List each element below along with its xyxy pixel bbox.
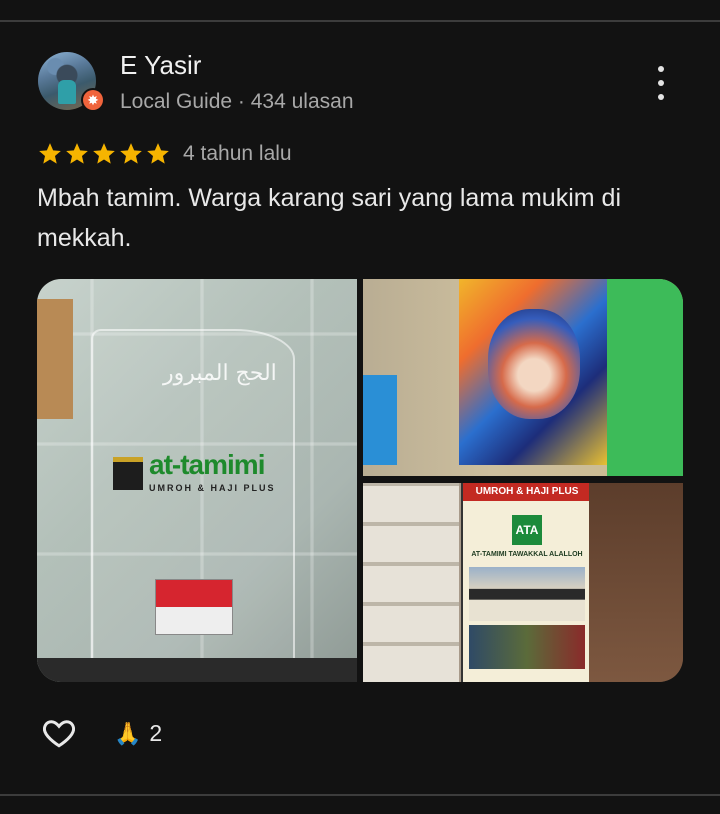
review-photo-poster[interactable]: UMROH & HAJI PLUS ATA AT-TAMIMI TAWAKKAL…: [363, 483, 683, 682]
menu-dot: [658, 80, 664, 86]
flag-white: [156, 607, 232, 634]
bottom-divider: [0, 794, 720, 796]
travel-poster: UMROH & HAJI PLUS ATA AT-TAMIMI TAWAKKAL…: [461, 483, 591, 682]
kaaba-logo-icon: [113, 457, 143, 490]
review-photo-plaque[interactable]: الحج المبرور at-tamimi UMROH & HAJI PLUS: [37, 279, 357, 682]
reaction-button[interactable]: 🙏 2: [114, 720, 162, 747]
poster-header: UMROH & HAJI PLUS: [463, 483, 591, 501]
star-icon: [66, 143, 88, 164]
poster-logo: ATA: [512, 515, 542, 545]
indonesia-flag-icon: [155, 579, 233, 635]
menu-dot: [658, 66, 664, 72]
more-options-button[interactable]: [648, 66, 674, 100]
brand-logo-text: at-tamimi: [149, 449, 265, 480]
star-badge-icon: ✸: [83, 90, 103, 110]
stacked-sacks: [363, 483, 459, 682]
review-text: Mbah tamim. Warga karang sari yang lama …: [37, 184, 621, 252]
reviewer-subtitle: Local Guide · 434 ulasan: [120, 90, 354, 113]
flag-red: [156, 580, 232, 607]
review-time: 4 tahun lalu: [183, 142, 292, 165]
reviewer-name[interactable]: E Yasir: [120, 50, 201, 81]
portrait-face: [488, 309, 580, 419]
wood-block: [37, 299, 73, 419]
green-wall: [607, 279, 683, 476]
brand-subtitle: UMROH & HAJI PLUS: [149, 483, 276, 493]
praying-hands-icon: 🙏: [114, 720, 142, 746]
acrylic-plaque: الحج المبرور at-tamimi UMROH & HAJI PLUS: [91, 329, 295, 673]
star-rating: [37, 141, 171, 167]
wood-cabinet: [589, 483, 683, 682]
star-icon: [147, 143, 169, 164]
review-photo-portrait[interactable]: [363, 279, 683, 476]
menu-dot: [658, 94, 664, 100]
star-icon: [39, 143, 61, 164]
poster-title: AT-TAMIMI TAWAKKAL ALALLOH: [471, 551, 583, 558]
arabic-calligraphy: الحج المبرور: [163, 361, 277, 386]
heart-icon[interactable]: [40, 715, 78, 751]
kaaba-photo: [469, 567, 585, 621]
reaction-count: 2: [149, 720, 163, 746]
top-divider: [0, 20, 720, 22]
blue-banner: [363, 375, 397, 465]
star-icon: [120, 143, 142, 164]
plaque-base: [37, 658, 357, 682]
star-icon: [93, 143, 115, 164]
poster-thumbnails: [469, 625, 585, 669]
local-guide-badge-icon: ✸: [81, 88, 105, 112]
